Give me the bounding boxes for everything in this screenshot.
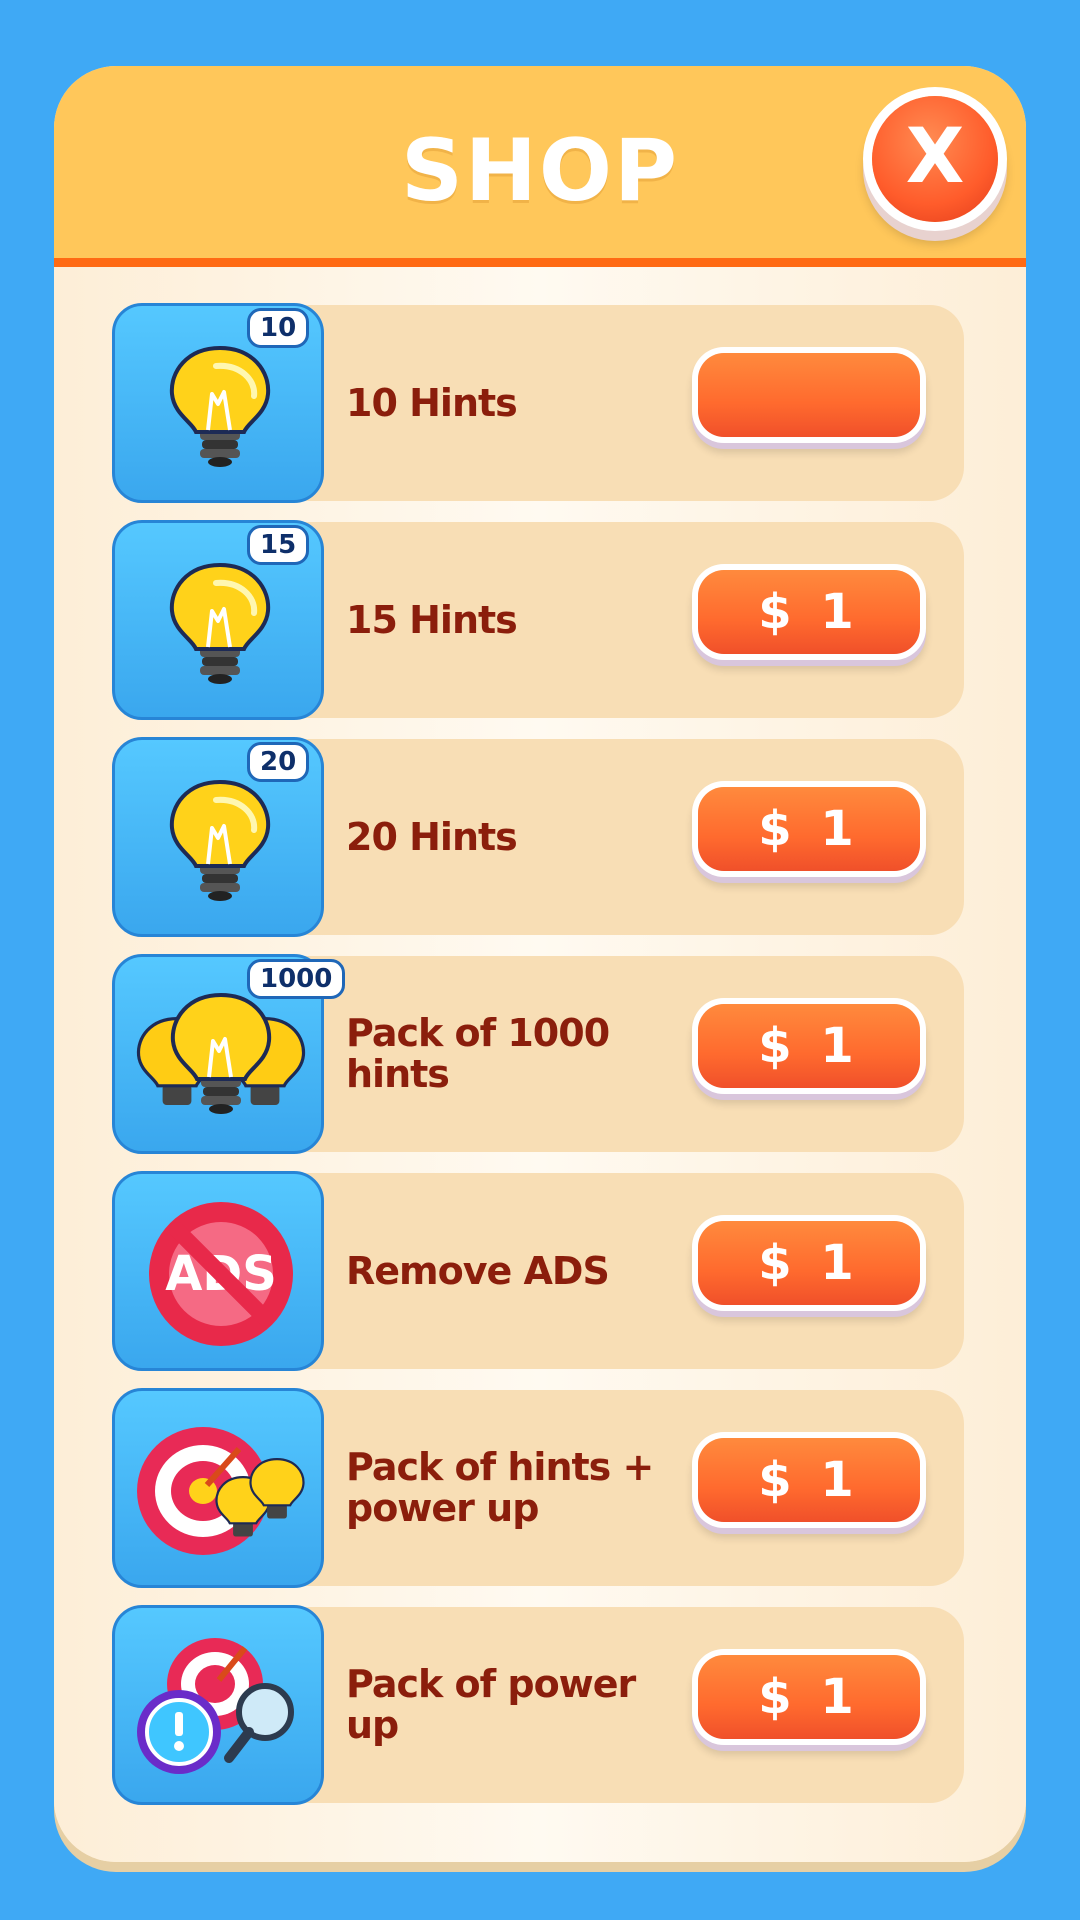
shop-item-remove-ads: ADS Remove ADS $ 1 bbox=[112, 1171, 964, 1371]
buy-button[interactable]: $ 1 bbox=[698, 1655, 920, 1739]
item-icon-box: 1000 bbox=[112, 954, 346, 1154]
item-icon-box: ADS bbox=[112, 1171, 324, 1371]
close-button[interactable]: X bbox=[872, 96, 998, 222]
item-label: Pack of 1000 hints bbox=[346, 1011, 610, 1096]
buy-button[interactable]: $ 1 bbox=[698, 1438, 920, 1522]
no-ads-icon: ADS bbox=[149, 1202, 293, 1346]
shop-item-15-hints: 15 15 Hints $ 1 bbox=[112, 520, 964, 720]
quantity-badge: 1000 bbox=[247, 959, 346, 999]
shop-item-20-hints: 20 20 Hints $ 1 bbox=[112, 737, 964, 937]
item-icon-box: 10 bbox=[112, 303, 324, 503]
shop-header: SHOP X bbox=[54, 66, 1026, 267]
shop-item-10-hints: 10 10 Hints bbox=[112, 303, 964, 503]
item-label: 20 Hints bbox=[346, 814, 518, 859]
item-label: Remove ADS bbox=[346, 1248, 610, 1293]
item-label: 15 Hints bbox=[346, 597, 518, 642]
close-icon: X bbox=[905, 111, 965, 200]
quantity-badge: 20 bbox=[247, 742, 310, 782]
item-label: Pack of hints + power up bbox=[346, 1445, 654, 1530]
item-icon-box bbox=[112, 1388, 324, 1588]
shop-item-1000-hints: 1000 Pack of 1000 hints $ 1 bbox=[112, 954, 964, 1154]
buy-button[interactable]: $ 1 bbox=[698, 1004, 920, 1088]
quantity-badge: 10 bbox=[247, 308, 310, 348]
buy-button[interactable]: $ 1 bbox=[698, 1221, 920, 1305]
item-label: 10 Hints bbox=[346, 380, 518, 425]
item-icon-box bbox=[112, 1605, 324, 1805]
shop-panel: SHOP X 10 10 Hints 15 15 Hints $ 1 20 20… bbox=[54, 66, 1026, 1862]
buy-button[interactable]: $ 1 bbox=[698, 570, 920, 654]
buy-button[interactable] bbox=[698, 353, 920, 437]
item-icon-box: 20 bbox=[112, 737, 324, 937]
buy-button[interactable]: $ 1 bbox=[698, 787, 920, 871]
quantity-badge: 15 bbox=[247, 525, 310, 565]
shop-item-hints-power-up: Pack of hints + power up $ 1 bbox=[112, 1388, 964, 1588]
item-label: Pack of power up bbox=[346, 1662, 636, 1747]
shop-item-power-up: Pack of power up $ 1 bbox=[112, 1605, 964, 1805]
powerup-bundle-icon bbox=[137, 1638, 294, 1774]
target-and-bulbs-icon bbox=[137, 1427, 305, 1555]
item-icon-box: 15 bbox=[112, 520, 324, 720]
